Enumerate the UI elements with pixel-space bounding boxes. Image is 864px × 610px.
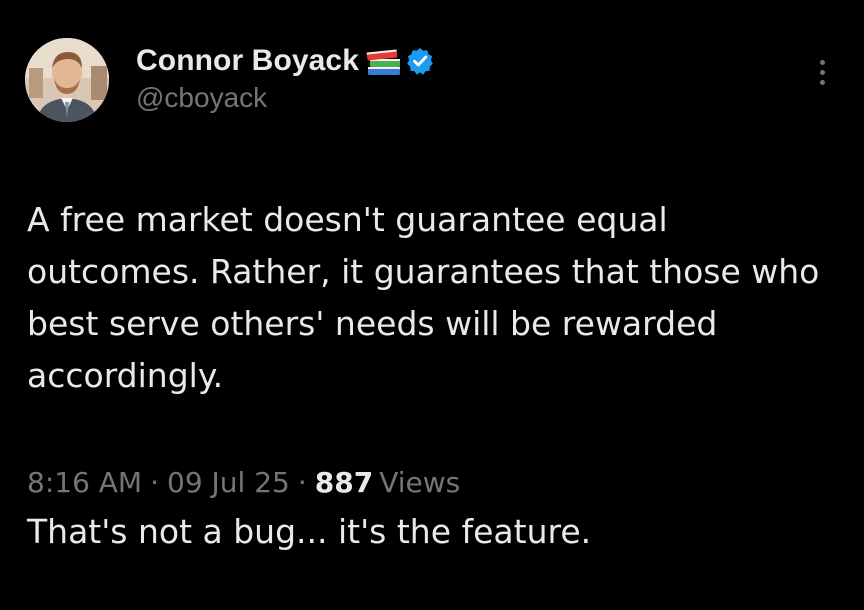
avatar[interactable] bbox=[25, 38, 109, 122]
author-handle[interactable]: @cboyack bbox=[136, 82, 267, 114]
tweet-card: Connor Boyack @cboyack A free market doe… bbox=[0, 0, 864, 551]
tweet-paragraph-2: That's not a bug... it's the feature. bbox=[27, 512, 592, 551]
author-name-row[interactable]: Connor Boyack bbox=[136, 42, 435, 80]
tweet-time[interactable]: 8:16 AM bbox=[27, 466, 142, 499]
books-emoji-icon bbox=[365, 45, 403, 77]
views-count: 887 bbox=[314, 466, 374, 499]
views-label: Views bbox=[379, 466, 461, 499]
tweet-meta: 8:16 AM · 09 Jul 25 · 887 Views bbox=[27, 466, 460, 499]
meta-separator: · bbox=[150, 466, 159, 499]
more-options-button[interactable] bbox=[808, 56, 836, 88]
avatar-image bbox=[25, 38, 109, 122]
tweet-paragraph-1: A free market doesn't guarantee equal ou… bbox=[27, 200, 820, 395]
tweet-date[interactable]: 09 Jul 25 bbox=[167, 466, 290, 499]
meta-separator: · bbox=[297, 466, 307, 499]
verified-badge-icon[interactable] bbox=[405, 46, 435, 76]
tweet-body: A free market doesn't guarantee equal ou… bbox=[27, 142, 847, 610]
author-display-name[interactable]: Connor Boyack bbox=[136, 44, 359, 78]
more-vertical-icon bbox=[819, 59, 825, 65]
